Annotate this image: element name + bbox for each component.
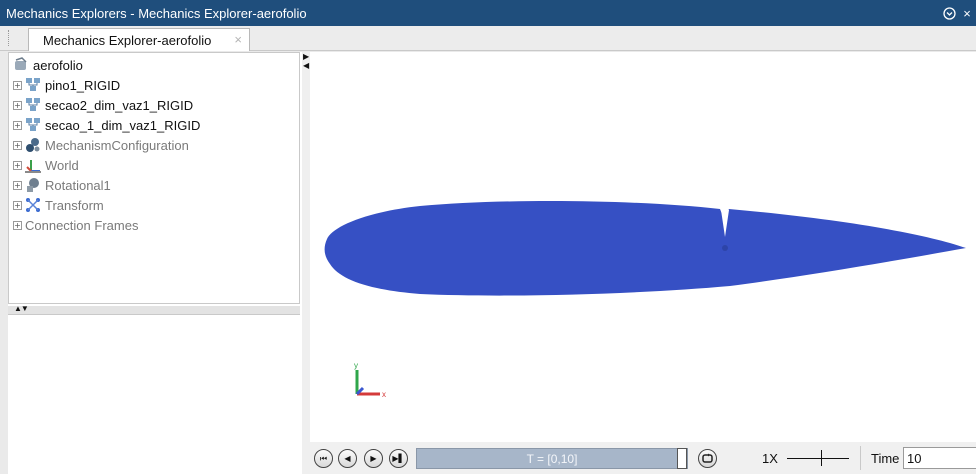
vertical-splitter[interactable]: ▶ ◀ — [302, 52, 310, 474]
expand-icon[interactable]: + — [13, 180, 22, 190]
tab-strip: Mechanics Explorer-aerofolio × — [0, 26, 976, 51]
expand-icon[interactable]: + — [13, 120, 22, 130]
tree-item-pino1-rigid[interactable]: + pino1_RIGID — [13, 75, 120, 95]
title-bar: Mechanics Explorers - Mechanics Explorer… — [0, 0, 976, 26]
tree-item-label: secao2_dim_vaz1_RIGID — [45, 97, 194, 113]
time-input[interactable]: 10 — [903, 447, 976, 469]
tab-close-icon[interactable]: × — [234, 32, 242, 47]
time-range-label: T = [0,10] — [526, 451, 578, 466]
airfoil-body[interactable] — [324, 200, 967, 296]
time-progress-bar[interactable]: T = [0,10] — [416, 448, 688, 469]
model-icon — [13, 57, 29, 73]
tree-item-world[interactable]: + World — [13, 155, 79, 175]
airfoil-hinge — [722, 245, 728, 251]
playback-controls: ⏮ ◀ ▶ ▶▌ T = [0,10] 1X Time 10 — [310, 442, 976, 474]
tree-item-label: Rotational1 — [45, 177, 111, 193]
speed-slider-track — [787, 458, 849, 459]
3d-viewport[interactable]: y x — [310, 52, 976, 442]
circle-chevron-down-icon[interactable] — [940, 4, 958, 22]
playback-speed-label: 1X — [762, 451, 778, 466]
expand-icon[interactable]: + — [13, 140, 22, 150]
transform-icon — [25, 197, 41, 213]
expand-icon[interactable]: + — [13, 220, 22, 230]
mechanics-explorer-window: Mechanics Explorers - Mechanics Explorer… — [0, 0, 976, 474]
tab-strip-grip[interactable] — [8, 30, 11, 46]
speed-slider-thumb[interactable] — [821, 450, 822, 466]
expand-icon[interactable]: + — [13, 80, 22, 90]
tree-item-mechanism-configuration[interactable]: + MechanismConfiguration — [13, 135, 189, 155]
speed-slider[interactable] — [787, 450, 849, 468]
axis-triad-icon: y x — [354, 361, 386, 399]
expand-icon[interactable]: + — [13, 100, 22, 110]
step-forward-button[interactable]: ▶▌ — [389, 449, 408, 468]
mechanism-configuration-icon — [25, 137, 41, 153]
tree-item-secao-1-dim-vaz1-rigid[interactable]: + secao_1_dim_vaz1_RIGID — [13, 115, 200, 135]
tab-mechanics-explorer-aerofolio[interactable]: Mechanics Explorer-aerofolio × — [28, 28, 250, 51]
world-frame-icon — [25, 157, 41, 173]
tree-item-label: pino1_RIGID — [45, 77, 121, 93]
loop-button[interactable] — [698, 449, 717, 468]
expand-icon[interactable]: + — [13, 200, 22, 210]
triad-y-label: y — [354, 361, 358, 370]
tab-label: Mechanics Explorer-aerofolio — [43, 32, 212, 48]
model-tree[interactable]: aerofolio + pino1_RIGID + secao2_dim_vaz… — [8, 52, 300, 304]
play-button[interactable]: ▶ — [364, 449, 383, 468]
progress-handle[interactable] — [677, 448, 687, 469]
collapse-arrows-icon[interactable]: ▶ ◀ — [303, 52, 309, 70]
tree-root-label: aerofolio — [33, 57, 83, 73]
revolute-joint-icon — [25, 177, 41, 193]
horizontal-splitter[interactable]: ▲▼ — [8, 304, 300, 314]
tree-item-label: World — [45, 157, 79, 173]
divider — [860, 446, 861, 470]
tree-item-rotational1[interactable]: + Rotational1 — [13, 175, 111, 195]
tree-item-label: MechanismConfiguration — [45, 137, 189, 153]
tree-item-secao2-dim-vaz1-rigid[interactable]: + secao2_dim_vaz1_RIGID — [13, 95, 193, 115]
rigid-body-icon — [25, 77, 41, 93]
loop-icon — [702, 453, 713, 463]
properties-pane — [8, 314, 300, 474]
triad-x-label: x — [382, 390, 386, 399]
close-window-button[interactable]: × — [958, 4, 976, 22]
tree-item-transform[interactable]: + Transform — [13, 195, 104, 215]
tree-item-label: Connection Frames — [25, 217, 139, 233]
tree-item-label: Transform — [45, 197, 104, 213]
rewind-button[interactable]: ⏮ — [314, 449, 333, 468]
collapse-arrows-icon[interactable]: ▲▼ — [14, 304, 29, 313]
time-label: Time — [871, 451, 900, 466]
rigid-body-icon — [25, 117, 41, 133]
tree-item-connection-frames[interactable]: + Connection Frames — [13, 215, 138, 235]
viewport-canvas[interactable]: y x — [310, 52, 976, 442]
tree-item-label: secao_1_dim_vaz1_RIGID — [45, 117, 201, 133]
expand-icon[interactable]: + — [13, 160, 22, 170]
left-pane: aerofolio + pino1_RIGID + secao2_dim_vaz… — [8, 52, 303, 474]
rigid-body-icon — [25, 97, 41, 113]
tree-root-aerofolio[interactable]: aerofolio — [13, 55, 83, 75]
step-back-button[interactable]: ◀ — [338, 449, 357, 468]
window-title: Mechanics Explorers - Mechanics Explorer… — [6, 5, 307, 21]
